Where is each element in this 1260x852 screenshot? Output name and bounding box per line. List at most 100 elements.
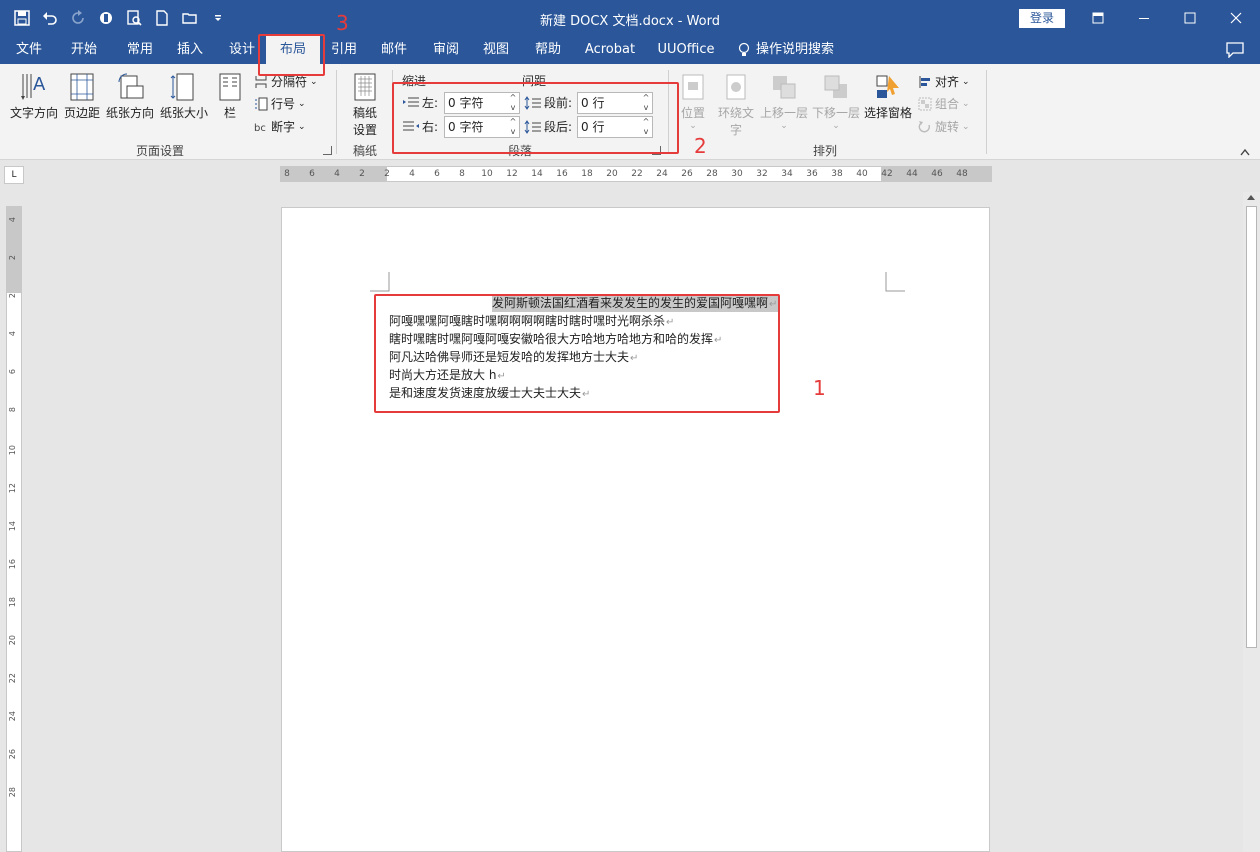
vruler-tick: 20	[8, 635, 17, 646]
comments-icon[interactable]	[1226, 42, 1244, 58]
send-backward-button[interactable]: 下移一层 ⌄	[810, 70, 862, 131]
ruler-tick: 38	[831, 169, 843, 179]
scroll-up-icon[interactable]	[1247, 195, 1255, 200]
tab-review[interactable]: 审阅	[424, 36, 468, 64]
position-button[interactable]: 位置 ⌄	[676, 70, 710, 131]
tab-file[interactable]: 文件	[8, 36, 50, 64]
vertical-ruler[interactable]: 4 2 2 4 6 8 10 12 14 16 18 20 22 24 26 28	[6, 206, 22, 852]
document-line-5[interactable]: 时尚大方还是放大 h↵	[389, 366, 506, 384]
save-icon[interactable]	[10, 6, 34, 30]
svg-text:bc: bc	[254, 123, 266, 134]
selection-pane-button[interactable]: 选择窗格	[862, 70, 914, 121]
print-preview-icon[interactable]	[122, 6, 146, 30]
indent-right-input[interactable]: 0 字符 ^ v	[444, 116, 520, 138]
document-line-6-text: 是和速度发货速度放缓士大夫士大夫	[389, 386, 582, 400]
minimize-icon[interactable]	[1121, 0, 1167, 36]
group-separator	[392, 70, 393, 154]
document-line-3-text: 瞎时嘿瞎时嘿阿嘎阿嘎安徽哈很大方哈地方哈地方和哈的发挥	[389, 332, 714, 346]
document-line-3[interactable]: 瞎时嘿瞎时嘿阿嘎阿嘎安徽哈很大方哈地方哈地方和哈的发挥↵	[389, 330, 722, 348]
paper-size-icon	[168, 70, 200, 104]
ribbon-display-options-icon[interactable]	[1075, 0, 1121, 36]
tab-acrobat[interactable]: Acrobat	[580, 36, 640, 64]
tab-home[interactable]: 开始	[62, 36, 106, 64]
touch-mode-icon[interactable]	[94, 6, 118, 30]
ruler-tick: 24	[656, 169, 668, 179]
bring-forward-label: 上移一层	[759, 106, 808, 120]
wrap-text-icon	[720, 70, 752, 104]
indent-left-value: 0 字符	[448, 96, 484, 110]
indent-left-input[interactable]: 0 字符 ^ v	[444, 92, 520, 114]
spacing-after-input[interactable]: 0 行 ^ v	[577, 116, 653, 138]
document-line-4[interactable]: 阿凡达哈佛导师还是短发哈的发挥地方士大夫↵	[389, 348, 638, 366]
document-line-1[interactable]: 发阿斯顿法国红酒看来发发生的发生的爱国阿嘎嘿啊↵	[492, 294, 780, 312]
hyphenation-button[interactable]: bc 断字 ⌄	[254, 118, 306, 135]
close-icon[interactable]	[1213, 0, 1259, 36]
indent-right-icon	[403, 121, 419, 130]
new-document-icon[interactable]	[150, 6, 174, 30]
tab-view[interactable]: 视图	[474, 36, 518, 64]
collapse-ribbon-icon[interactable]	[1240, 148, 1250, 156]
group-objects-button[interactable]: 组合 ⌄	[918, 95, 970, 112]
paragraph-launcher-icon[interactable]	[652, 146, 661, 155]
tab-references[interactable]: 引用	[322, 36, 366, 64]
columns-label: 栏	[223, 106, 236, 120]
login-button[interactable]: 登录	[1019, 9, 1065, 28]
margins-button[interactable]: 页边距	[62, 70, 102, 121]
bring-forward-button[interactable]: 上移一层 ⌄	[758, 70, 810, 131]
spacing-after-spinner-icon[interactable]: ^ v	[641, 117, 651, 137]
tab-selector[interactable]: L	[4, 166, 24, 184]
arrange-group-label: 排列	[812, 144, 837, 158]
columns-button[interactable]: 栏	[214, 70, 246, 121]
orientation-button[interactable]: 纸张方向	[104, 70, 156, 121]
tab-mailings[interactable]: 邮件	[372, 36, 416, 64]
ruler-tick: 16	[556, 169, 568, 179]
scrollbar-thumb[interactable]	[1246, 206, 1257, 648]
wrap-text-button[interactable]: 环绕文 字	[714, 70, 758, 138]
paragraph-mark: ↵	[714, 335, 723, 346]
tab-help[interactable]: 帮助	[526, 36, 570, 64]
vruler-tick: 2	[8, 255, 17, 261]
tab-insert[interactable]: 插入	[168, 36, 212, 64]
spacing-before-spinner-icon[interactable]: ^ v	[641, 93, 651, 113]
tab-uuoffice[interactable]: UUOffice	[652, 36, 720, 64]
send-backward-icon	[820, 70, 852, 104]
hyphenation-label: 断字	[271, 120, 296, 134]
paper-size-button[interactable]: 纸张大小	[158, 70, 210, 121]
document-page[interactable]: 发阿斯顿法国红酒看来发发生的发生的爱国阿嘎嘿啊↵ 阿嘎嘿嘿阿嘎瞎时嘿啊啊啊啊瞎时…	[281, 207, 990, 852]
vruler-tick: 4	[8, 331, 17, 337]
lightbulb-icon	[738, 42, 750, 56]
document-line-6[interactable]: 是和速度发货速度放缓士大夫士大夫↵	[389, 384, 590, 402]
maximize-icon[interactable]	[1167, 0, 1213, 36]
tab-design[interactable]: 设计	[220, 36, 264, 64]
horizontal-ruler[interactable]: 8 6 4 2 2 4 6 8 10 12 14 16 18 20 22 24 26 28 30 32 34 36 38 40…	[280, 166, 992, 182]
vruler-tick: 14	[8, 521, 17, 532]
ruler-tick: 44	[906, 169, 918, 179]
tell-me-search[interactable]: 操作说明搜索	[738, 36, 848, 64]
manuscript-settings-button[interactable]: 稿纸 设置	[344, 70, 386, 138]
indent-left-spinner-icon[interactable]: ^ v	[508, 93, 518, 113]
wrap-text-label-2: 字	[729, 123, 742, 137]
position-icon	[677, 70, 709, 104]
redo-icon[interactable]	[66, 6, 90, 30]
undo-icon[interactable]	[38, 6, 62, 30]
line-numbers-button[interactable]: 行号 ⌄	[254, 95, 306, 112]
vertical-scrollbar[interactable]	[1243, 192, 1260, 852]
customize-qat-icon[interactable]	[206, 6, 230, 30]
ruler-tick: 4	[334, 169, 340, 179]
vruler-tick: 16	[8, 559, 17, 570]
open-folder-icon[interactable]	[178, 6, 202, 30]
page-setup-launcher-icon[interactable]	[323, 146, 332, 155]
spacing-before-input[interactable]: 0 行 ^ v	[577, 92, 653, 114]
tab-common[interactable]: 常用	[118, 36, 162, 64]
margins-label: 页边距	[63, 106, 100, 120]
spacing-after-icon	[524, 119, 541, 134]
rotate-button[interactable]: 旋转 ⌄	[918, 118, 970, 135]
indent-right-spinner-icon[interactable]: ^ v	[508, 117, 518, 137]
align-button[interactable]: 对齐 ⌄	[918, 73, 970, 90]
tab-layout[interactable]: 布局	[266, 36, 320, 64]
ruler-tick: 22	[631, 169, 643, 179]
document-line-2[interactable]: 阿嘎嘿嘿阿嘎瞎时嘿啊啊啊啊瞎时瞎时嘿时光啊杀杀↵	[389, 312, 674, 330]
ribbon-tabs: 文件 开始 常用 插入 设计 布局 引用 邮件 审阅 视图 帮助 Acrobat…	[0, 36, 1260, 64]
breaks-button[interactable]: 分隔符 ⌄	[254, 73, 318, 90]
text-direction-button[interactable]: A 文字方向	[8, 70, 60, 121]
